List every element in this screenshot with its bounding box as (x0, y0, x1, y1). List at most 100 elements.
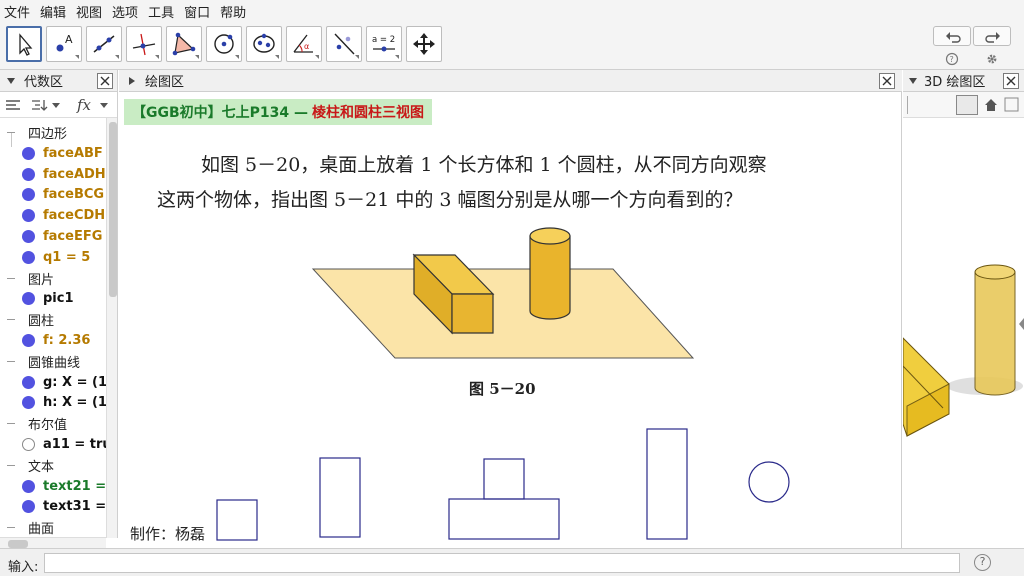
conic-tool-button[interactable] (246, 26, 282, 62)
undo-icon (946, 32, 961, 43)
polygon-tool-icon (172, 32, 196, 56)
menu-file[interactable]: 文件 (4, 2, 30, 21)
view3d-settings-icon[interactable] (1004, 97, 1020, 113)
algebra-item[interactable]: faceBCG (0, 184, 106, 205)
algebra-group-header[interactable]: 图片 (0, 268, 106, 289)
visibility-dot-icon[interactable] (22, 375, 35, 389)
algebra-item[interactable]: text21 = (0, 476, 106, 497)
view-square[interactable] (216, 499, 258, 541)
algebra-group-header[interactable]: 圆柱 (0, 309, 106, 330)
menu-options[interactable]: 选项 (112, 2, 138, 21)
algebra-item-label: f: 2.36 (43, 333, 91, 348)
circle-tool-button[interactable] (206, 26, 242, 62)
algebra-group-header[interactable]: 圆锥曲线 (0, 351, 106, 372)
scroll-arrow-icon[interactable] (1019, 318, 1024, 330)
visibility-dot-icon[interactable] (22, 500, 35, 514)
perpendicular-tool-button[interactable] (126, 26, 162, 62)
algebra-item[interactable]: faceABF (0, 143, 106, 164)
algebra-group-header[interactable]: 曲面 (0, 517, 106, 538)
view-high-rectangle[interactable] (646, 428, 688, 540)
algebra-group-header[interactable]: 四边形 (0, 122, 106, 143)
move-tool-button[interactable] (6, 26, 42, 62)
graphics-panel-title: 绘图区 (145, 75, 185, 90)
visibility-dot-icon[interactable] (22, 438, 35, 451)
algebra-item[interactable]: g: X = (1, (0, 372, 106, 393)
menu-edit[interactable]: 编辑 (40, 2, 66, 21)
cuboid-front-face[interactable] (451, 293, 494, 334)
angle-tool-button[interactable]: α (286, 26, 322, 62)
algebra-close-button[interactable] (97, 73, 113, 89)
menu-help[interactable]: 帮助 (220, 2, 246, 21)
svg-text:?: ? (950, 55, 954, 64)
algebra-item-label: h: X = (1, (43, 395, 106, 411)
menu-bar: 文件 编辑 视图 选项 工具 窗口 帮助 (0, 0, 1024, 22)
algebra-group-header[interactable]: 布尔值 (0, 413, 106, 434)
algebra-item[interactable]: pic1 (0, 288, 106, 309)
move-view-tool-button[interactable] (406, 26, 442, 62)
view-tall-rectangle[interactable] (319, 457, 361, 538)
undo-button[interactable] (933, 26, 971, 46)
visibility-dot-icon[interactable] (22, 230, 35, 243)
redo-button[interactable] (973, 26, 1011, 46)
cylinder-top[interactable] (529, 227, 571, 245)
algebra-item[interactable]: text31 = (0, 496, 106, 517)
function-fx-icon[interactable]: fx (76, 96, 112, 114)
command-input[interactable] (44, 553, 960, 573)
visibility-dot-icon[interactable] (22, 146, 35, 160)
view3d-close-button[interactable] (1003, 73, 1019, 89)
algebra-item[interactable]: faceADH (0, 164, 106, 185)
visibility-dot-icon[interactable] (22, 292, 35, 306)
collapse-triangle-icon[interactable] (908, 76, 918, 86)
home-icon[interactable] (983, 97, 999, 113)
slider-tool-button[interactable]: a = 2 (366, 26, 402, 62)
visibility-dot-icon[interactable] (22, 334, 35, 347)
view3d-panel-title: 3D 绘图区 (924, 75, 986, 90)
expand-triangle-icon[interactable] (127, 76, 137, 86)
algebra-item-label: 曲面 (28, 522, 55, 538)
geogebra-window: 文件 编辑 视图 选项 工具 窗口 帮助 A α a = 2 ? 代数区 绘图区… (0, 0, 1024, 576)
algebra-item[interactable]: q1 = 5 (0, 247, 106, 268)
algebra-item-label: text31 = (43, 499, 106, 515)
view-t-shape-base[interactable] (448, 498, 560, 540)
view3d-panel[interactable] (903, 92, 1024, 548)
help-icon[interactable]: ? (945, 52, 959, 66)
cylinder-body[interactable] (529, 235, 571, 320)
input-help-icon[interactable]: ? (974, 554, 991, 571)
svg-text:a = 2: a = 2 (372, 35, 395, 45)
algebra-vertical-scrollbar[interactable] (106, 118, 117, 538)
algebra-item[interactable]: f: 2.36 (0, 330, 106, 351)
algebra-item[interactable]: a11 = tru (0, 434, 106, 455)
algebra-item[interactable]: h: X = (1, (0, 392, 106, 413)
menu-view[interactable]: 视图 (76, 2, 102, 21)
cylinder-3d-top (974, 264, 1016, 280)
view3d-graphics-toggle[interactable] (956, 95, 978, 115)
menu-window[interactable]: 窗口 (184, 2, 210, 21)
algebra-group-header[interactable]: 文本 (0, 455, 106, 476)
settings-gear-icon[interactable] (985, 52, 999, 66)
visibility-dot-icon[interactable] (22, 167, 35, 181)
visibility-dot-icon[interactable] (22, 396, 35, 410)
menu-lines-icon[interactable] (5, 98, 21, 112)
svg-text:fx: fx (76, 96, 92, 114)
algebra-item-label: a11 = tru (43, 437, 106, 452)
collapse-triangle-icon[interactable] (6, 76, 16, 86)
visibility-dot-icon[interactable] (22, 479, 35, 493)
visibility-dot-icon[interactable] (22, 209, 35, 223)
visibility-dot-icon[interactable] (22, 250, 35, 264)
point-tool-button[interactable]: A (46, 26, 82, 62)
line-tool-button[interactable] (86, 26, 122, 62)
reflect-tool-button[interactable] (326, 26, 362, 62)
visibility-dot-icon[interactable] (22, 188, 35, 202)
view-circle[interactable] (748, 461, 790, 503)
graphics-close-button[interactable] (879, 73, 895, 89)
sort-icon[interactable] (30, 98, 60, 112)
menu-tools[interactable]: 工具 (148, 2, 174, 21)
algebra-item[interactable]: faceEFG (0, 226, 106, 247)
input-bar: 输入: ? (0, 548, 1024, 576)
graphics-view[interactable]: 【GGB初中】七上P134 — 棱柱和圆柱三视图 如图 5－20，桌面上放着 1… (119, 92, 902, 548)
view3d-style-button[interactable] (907, 96, 927, 114)
view-t-shape-top[interactable] (483, 458, 525, 500)
slider-tool-icon: a = 2 (372, 35, 395, 52)
polygon-tool-button[interactable] (166, 26, 202, 62)
algebra-item[interactable]: faceCDH (0, 205, 106, 226)
